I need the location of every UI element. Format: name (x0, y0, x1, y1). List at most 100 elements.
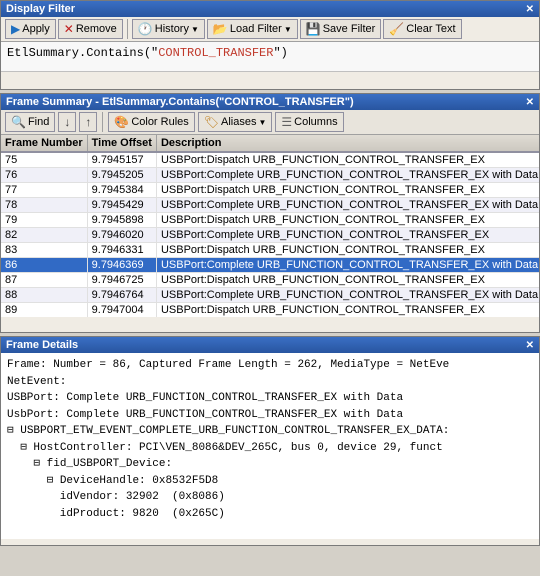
table-cell: 9.7945157 (87, 152, 156, 168)
table-row[interactable]: 879.7946725USBPort:Dispatch URB_FUNCTION… (1, 273, 539, 288)
columns-icon: ☰ (281, 115, 292, 129)
table-cell: USBPort:Dispatch URB_FUNCTION_CONTROL_TR… (156, 303, 539, 318)
display-filter-label: Display Filter (6, 3, 75, 15)
table-row[interactable]: 759.7945157USBPort:Dispatch URB_FUNCTION… (1, 152, 539, 168)
table-cell: 82 (1, 228, 87, 243)
frame-summary-close[interactable]: ✕ (526, 97, 534, 108)
frame-table-container: Frame Number Time Offset Description 759… (1, 135, 539, 317)
display-filter-toolbar: ▶ Apply ✕ Remove 🕐 History ▼ 📂 Load Filt… (1, 17, 539, 42)
table-cell: 79 (1, 213, 87, 228)
table-cell: 9.7945898 (87, 213, 156, 228)
find-button[interactable]: 🔍 Find (5, 112, 55, 132)
details-line: Frame: Number = 86, Captured Frame Lengt… (7, 357, 533, 374)
table-cell: USBPort:Complete URB_FUNCTION_CONTROL_TR… (156, 288, 539, 303)
table-cell: 86 (1, 258, 87, 273)
table-cell: USBPort:Dispatch URB_FUNCTION_CONTROL_TR… (156, 273, 539, 288)
table-cell: 88 (1, 288, 87, 303)
table-cell: 9.7946369 (87, 258, 156, 273)
display-filter-close[interactable]: ✕ (526, 4, 534, 15)
aliases-button[interactable]: 🏷 Aliases ▼ (198, 112, 273, 132)
table-cell: 89 (1, 303, 87, 318)
table-cell: USBPort:Dispatch URB_FUNCTION_CONTROL_TR… (156, 183, 539, 198)
table-cell: USBPort:Complete URB_FUNCTION_CONTROL_TR… (156, 198, 539, 213)
save-filter-button[interactable]: 💾 Save Filter (300, 19, 382, 39)
frame-details-label: Frame Details (6, 339, 78, 351)
history-button[interactable]: 🕐 History ▼ (132, 19, 205, 39)
details-line: ⊟ USBPORT_ETW_EVENT_COMPLETE_URB_FUNCTIO… (7, 423, 533, 440)
apply-icon: ▶ (11, 22, 20, 36)
apply-button[interactable]: ▶ Apply (5, 19, 56, 39)
table-cell: 9.7945429 (87, 198, 156, 213)
filter-input-area[interactable]: EtlSummary.Contains("CONTROL_TRANSFER") (1, 42, 539, 72)
frame-details-close[interactable]: ✕ (526, 340, 534, 351)
table-row[interactable]: 899.7947004USBPort:Dispatch URB_FUNCTION… (1, 303, 539, 318)
table-row[interactable]: 829.7946020USBPort:Complete URB_FUNCTION… (1, 228, 539, 243)
frame-table-body: 759.7945157USBPort:Dispatch URB_FUNCTION… (1, 152, 539, 317)
history-icon: 🕐 (138, 22, 153, 36)
aliases-dropdown-arrow: ▼ (258, 118, 266, 127)
load-filter-button[interactable]: 📂 Load Filter ▼ (207, 19, 298, 39)
load-dropdown-arrow: ▼ (284, 25, 292, 34)
col-description[interactable]: Description (156, 135, 539, 152)
color-rules-button[interactable]: 🎨 Color Rules (108, 112, 194, 132)
sep1 (127, 19, 128, 39)
table-row[interactable]: 889.7946764USBPort:Complete URB_FUNCTION… (1, 288, 539, 303)
sort-down-icon: ↓ (64, 115, 70, 129)
table-cell: 9.7946725 (87, 273, 156, 288)
sort-up-button[interactable]: ↑ (79, 112, 97, 132)
table-cell: 87 (1, 273, 87, 288)
columns-button[interactable]: ☰ Columns (275, 112, 343, 132)
details-line: ⊟ HostController: PCI\VEN_8086&DEV_265C,… (7, 440, 533, 457)
table-cell: 76 (1, 168, 87, 183)
aliases-icon: 🏷 (204, 115, 219, 129)
table-row[interactable]: 769.7945205USBPort:Complete URB_FUNCTION… (1, 168, 539, 183)
table-cell: 9.7945205 (87, 168, 156, 183)
table-row[interactable]: 799.7945898USBPort:Dispatch URB_FUNCTION… (1, 213, 539, 228)
color-rules-icon: 🎨 (114, 115, 129, 129)
history-dropdown-arrow: ▼ (191, 25, 199, 34)
table-cell: 9.7947004 (87, 303, 156, 318)
details-line: UsbPort: Complete URB_FUNCTION_CONTROL_T… (7, 407, 533, 424)
col-frame-number[interactable]: Frame Number (1, 135, 87, 152)
details-line: USBPort: Complete URB_FUNCTION_CONTROL_T… (7, 390, 533, 407)
table-row[interactable]: 839.7946331USBPort:Dispatch URB_FUNCTION… (1, 243, 539, 258)
frame-details-content: Frame: Number = 86, Captured Frame Lengt… (1, 353, 539, 539)
clear-text-icon: 🧹 (389, 22, 404, 36)
table-row[interactable]: 869.7946369USBPort:Complete URB_FUNCTION… (1, 258, 539, 273)
remove-icon: ✕ (64, 22, 74, 36)
table-cell: 83 (1, 243, 87, 258)
frame-table: Frame Number Time Offset Description 759… (1, 135, 539, 317)
table-cell: 9.7946020 (87, 228, 156, 243)
load-filter-icon: 📂 (213, 22, 228, 36)
clear-text-button[interactable]: 🧹 Clear Text (383, 19, 461, 39)
table-cell: USBPort:Dispatch URB_FUNCTION_CONTROL_TR… (156, 152, 539, 168)
table-cell: 77 (1, 183, 87, 198)
details-line: NetEvent: (7, 374, 533, 391)
frame-details-title: Frame Details ✕ (1, 337, 539, 353)
table-cell: USBPort:Dispatch URB_FUNCTION_CONTROL_TR… (156, 243, 539, 258)
display-filter-panel: Display Filter ✕ ▶ Apply ✕ Remove 🕐 Hist… (0, 0, 540, 90)
table-cell: 9.7945384 (87, 183, 156, 198)
details-line: ⊟ DeviceHandle: 0x8532F5D8 (7, 473, 533, 490)
details-line: ⊟ fid_USBPORT_Device: (7, 456, 533, 473)
table-cell: 9.7946764 (87, 288, 156, 303)
table-cell: USBPort:Dispatch URB_FUNCTION_CONTROL_TR… (156, 213, 539, 228)
save-filter-icon: 💾 (306, 22, 321, 36)
col-time-offset[interactable]: Time Offset (87, 135, 156, 152)
table-row[interactable]: 779.7945384USBPort:Dispatch URB_FUNCTION… (1, 183, 539, 198)
frame-summary-title: Frame Summary - EtlSummary.Contains("CON… (1, 94, 539, 110)
sort-down-button[interactable]: ↓ (58, 112, 76, 132)
table-row[interactable]: 789.7945429USBPort:Complete URB_FUNCTION… (1, 198, 539, 213)
sort-up-icon: ↑ (85, 115, 91, 129)
table-cell: USBPort:Complete URB_FUNCTION_CONTROL_TR… (156, 258, 539, 273)
table-cell: 9.7946331 (87, 243, 156, 258)
remove-button[interactable]: ✕ Remove (58, 19, 123, 39)
table-cell: 75 (1, 152, 87, 168)
find-icon: 🔍 (11, 115, 26, 129)
display-filter-title: Display Filter ✕ (1, 1, 539, 17)
frame-summary-label: Frame Summary - EtlSummary.Contains("CON… (6, 96, 354, 108)
table-header-row: Frame Number Time Offset Description (1, 135, 539, 152)
table-cell: USBPort:Complete URB_FUNCTION_CONTROL_TR… (156, 168, 539, 183)
frame-summary-panel: Frame Summary - EtlSummary.Contains("CON… (0, 93, 540, 333)
frame-details-panel: Frame Details ✕ Frame: Number = 86, Capt… (0, 336, 540, 546)
